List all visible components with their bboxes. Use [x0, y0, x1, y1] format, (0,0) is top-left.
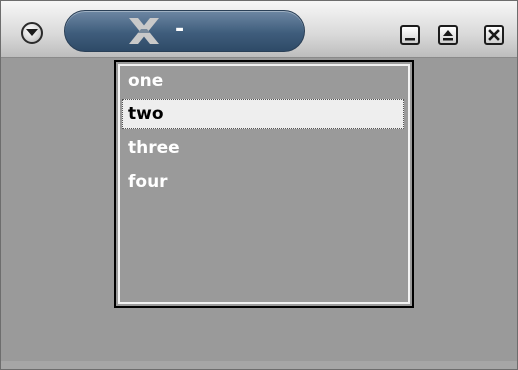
maximize-button[interactable] — [438, 25, 458, 45]
list-item[interactable]: three — [122, 133, 404, 163]
title-pill — [64, 10, 305, 52]
maximize-icon — [443, 30, 453, 41]
minimize-button[interactable] — [400, 25, 420, 45]
listbox[interactable]: one two three four — [114, 60, 414, 308]
close-button[interactable] — [484, 25, 504, 45]
window-bottom-edge — [1, 361, 517, 369]
list-item[interactable]: four — [122, 167, 404, 197]
list-item-label: two — [128, 104, 164, 124]
list-item[interactable]: one — [122, 66, 404, 96]
x-logo-icon — [129, 18, 159, 44]
chevron-down-icon — [26, 29, 38, 36]
list-item-label: one — [128, 71, 164, 91]
app-window: - one two three four — [0, 0, 518, 370]
window-title: - — [175, 17, 185, 42]
minimize-icon — [405, 38, 415, 41]
list-item-label: four — [128, 172, 168, 192]
window-menu-button[interactable] — [21, 22, 43, 44]
list-item-selected[interactable]: two — [122, 99, 404, 129]
list-item-label: three — [128, 138, 180, 158]
close-icon — [488, 29, 500, 41]
title-bar[interactable]: - — [1, 1, 517, 58]
